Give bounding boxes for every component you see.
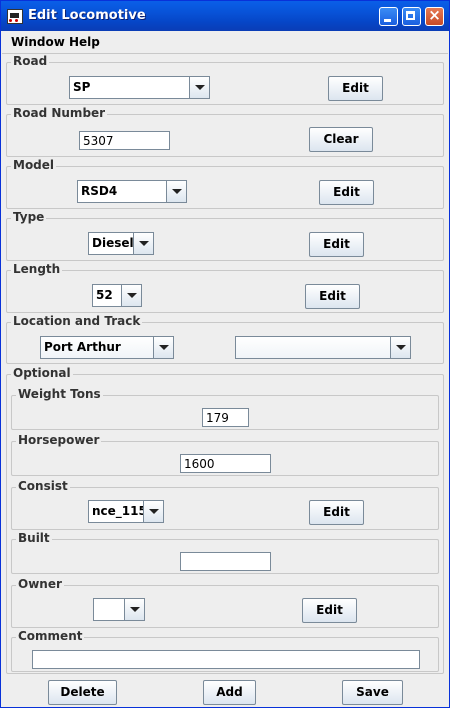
consist-select[interactable]: nce_115 [88, 500, 164, 523]
model-panel: Model RSD4 Edit [6, 158, 444, 209]
owner-label: Owner [16, 577, 64, 591]
owner-panel: Owner Edit [11, 577, 439, 628]
comment-input[interactable] [32, 650, 420, 669]
owner-edit-button[interactable]: Edit [302, 598, 357, 623]
road-value: SP [73, 80, 91, 94]
minimize-icon [384, 19, 391, 22]
model-edit-button[interactable]: Edit [319, 180, 374, 205]
consist-value: nce_115 [92, 504, 147, 518]
weight-panel: Weight Tons 179 [11, 387, 439, 430]
weight-input[interactable]: 179 [202, 408, 249, 427]
track-select[interactable] [235, 336, 411, 359]
model-label: Model [11, 158, 57, 172]
minimize-button[interactable] [379, 7, 398, 26]
horsepower-label: Horsepower [16, 433, 102, 447]
length-panel: Length 52 Edit [6, 262, 444, 313]
built-label: Built [16, 531, 52, 545]
chevron-down-icon[interactable] [133, 233, 153, 254]
built-panel: Built [11, 531, 439, 574]
optional-label: Optional [11, 366, 73, 380]
length-value: 52 [96, 288, 113, 302]
road-edit-button[interactable]: Edit [328, 76, 383, 101]
consist-edit-button[interactable]: Edit [309, 500, 364, 525]
chevron-down-icon[interactable] [189, 77, 209, 98]
close-icon: × [428, 6, 441, 24]
road-number-input[interactable]: 5307 [79, 131, 170, 150]
type-edit-button[interactable]: Edit [309, 232, 364, 257]
road-label: Road [11, 54, 50, 68]
built-input[interactable] [180, 552, 271, 571]
length-label: Length [11, 262, 63, 276]
window-title: Edit Locomotive [28, 8, 146, 23]
comment-panel: Comment [11, 629, 439, 672]
location-select[interactable]: Port Arthur [40, 336, 174, 359]
save-button[interactable]: Save [342, 680, 403, 705]
delete-button[interactable]: Delete [48, 680, 117, 705]
road-number-clear-button[interactable]: Clear [309, 127, 373, 152]
chevron-down-icon[interactable] [166, 181, 186, 202]
type-panel: Type Diesel Edit [6, 210, 444, 261]
maximize-icon [406, 11, 415, 20]
chevron-down-icon[interactable] [143, 501, 163, 522]
location-panel: Location and Track Port Arthur [6, 314, 444, 364]
title-bar[interactable]: Edit Locomotive × [1, 1, 449, 31]
consist-panel: Consist nce_115 Edit [11, 479, 439, 530]
road-number-panel: Road Number 5307 Clear [6, 106, 444, 157]
menu-window[interactable]: Window [11, 35, 65, 49]
optional-panel: Optional Weight Tons 179 Horsepower 1600… [6, 366, 444, 674]
consist-label: Consist [16, 479, 70, 493]
road-number-label: Road Number [11, 106, 108, 120]
menu-help[interactable]: Help [69, 35, 100, 49]
length-select[interactable]: 52 [92, 284, 142, 307]
comment-label: Comment [16, 629, 85, 643]
model-select[interactable]: RSD4 [77, 180, 187, 203]
weight-label: Weight Tons [16, 387, 103, 401]
type-select[interactable]: Diesel [88, 232, 154, 255]
edit-locomotive-window: Edit Locomotive × Window Help Road SP Ed… [0, 0, 450, 708]
menu-bar: Window Help [2, 31, 448, 54]
horsepower-panel: Horsepower 1600 [11, 433, 439, 476]
type-label: Type [11, 210, 47, 224]
chevron-down-icon[interactable] [153, 337, 173, 358]
chevron-down-icon[interactable] [390, 337, 410, 358]
locomotive-icon [7, 9, 23, 24]
type-value: Diesel [92, 236, 134, 250]
chevron-down-icon[interactable] [124, 599, 144, 620]
chevron-down-icon[interactable] [121, 285, 141, 306]
horsepower-input[interactable]: 1600 [180, 454, 271, 473]
length-edit-button[interactable]: Edit [305, 284, 360, 309]
road-panel: Road SP Edit [6, 54, 444, 105]
model-value: RSD4 [81, 184, 118, 198]
add-button[interactable]: Add [203, 680, 256, 705]
location-value: Port Arthur [44, 340, 121, 354]
close-button[interactable]: × [425, 6, 444, 26]
location-label: Location and Track [11, 314, 143, 328]
road-select[interactable]: SP [69, 76, 210, 99]
owner-select[interactable] [93, 598, 145, 621]
maximize-button[interactable] [402, 7, 421, 26]
